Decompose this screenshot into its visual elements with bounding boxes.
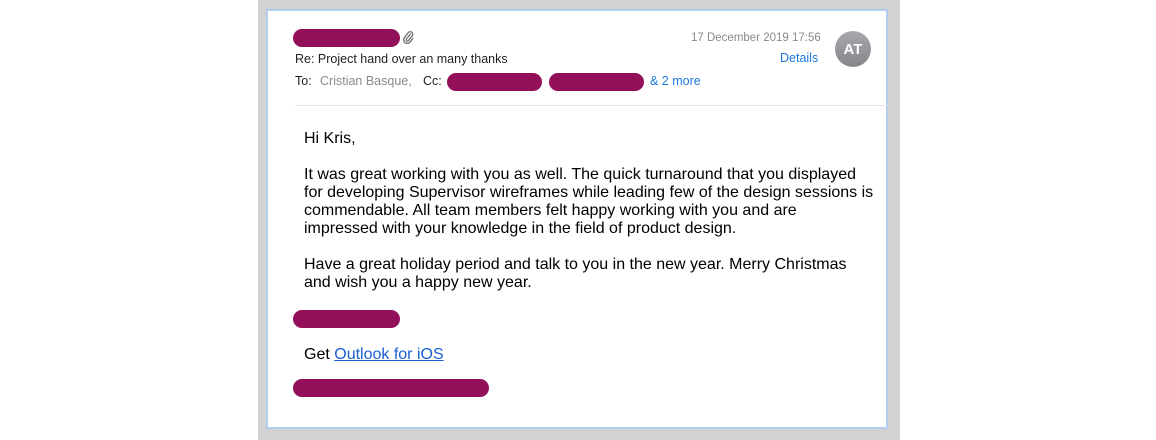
outlook-for-ios-link[interactable]: Outlook for iOS	[334, 346, 443, 363]
redacted-footer	[293, 379, 489, 397]
sender-avatar: AT	[835, 31, 871, 67]
message-date: 17 December 2019 17:56	[691, 32, 821, 44]
body-paragraph-2: Have a great holiday period and talk to …	[304, 256, 847, 291]
message-subject: Re: Project hand over an many thanks	[295, 52, 508, 66]
greeting: Hi Kris,	[304, 130, 356, 147]
avatar-initials: AT	[843, 40, 863, 58]
paperclip-icon	[403, 31, 414, 44]
cc-label: Cc:	[423, 74, 442, 88]
header-divider	[295, 105, 888, 106]
to-recipient[interactable]: Cristian Basque,	[320, 74, 412, 88]
get-prefix: Get	[304, 346, 330, 363]
redacted-sender-name	[293, 29, 400, 47]
signature-get-line: Get Outlook for iOS	[304, 346, 444, 364]
details-link[interactable]: Details	[780, 51, 818, 65]
redacted-cc-recipient-1	[447, 73, 542, 91]
redacted-signature	[293, 310, 400, 328]
to-label: To:	[295, 74, 312, 88]
more-recipients-link[interactable]: & 2 more	[650, 74, 701, 88]
redacted-cc-recipient-2	[549, 73, 644, 91]
body-paragraph-1: It was great working with you as well. T…	[304, 166, 874, 237]
